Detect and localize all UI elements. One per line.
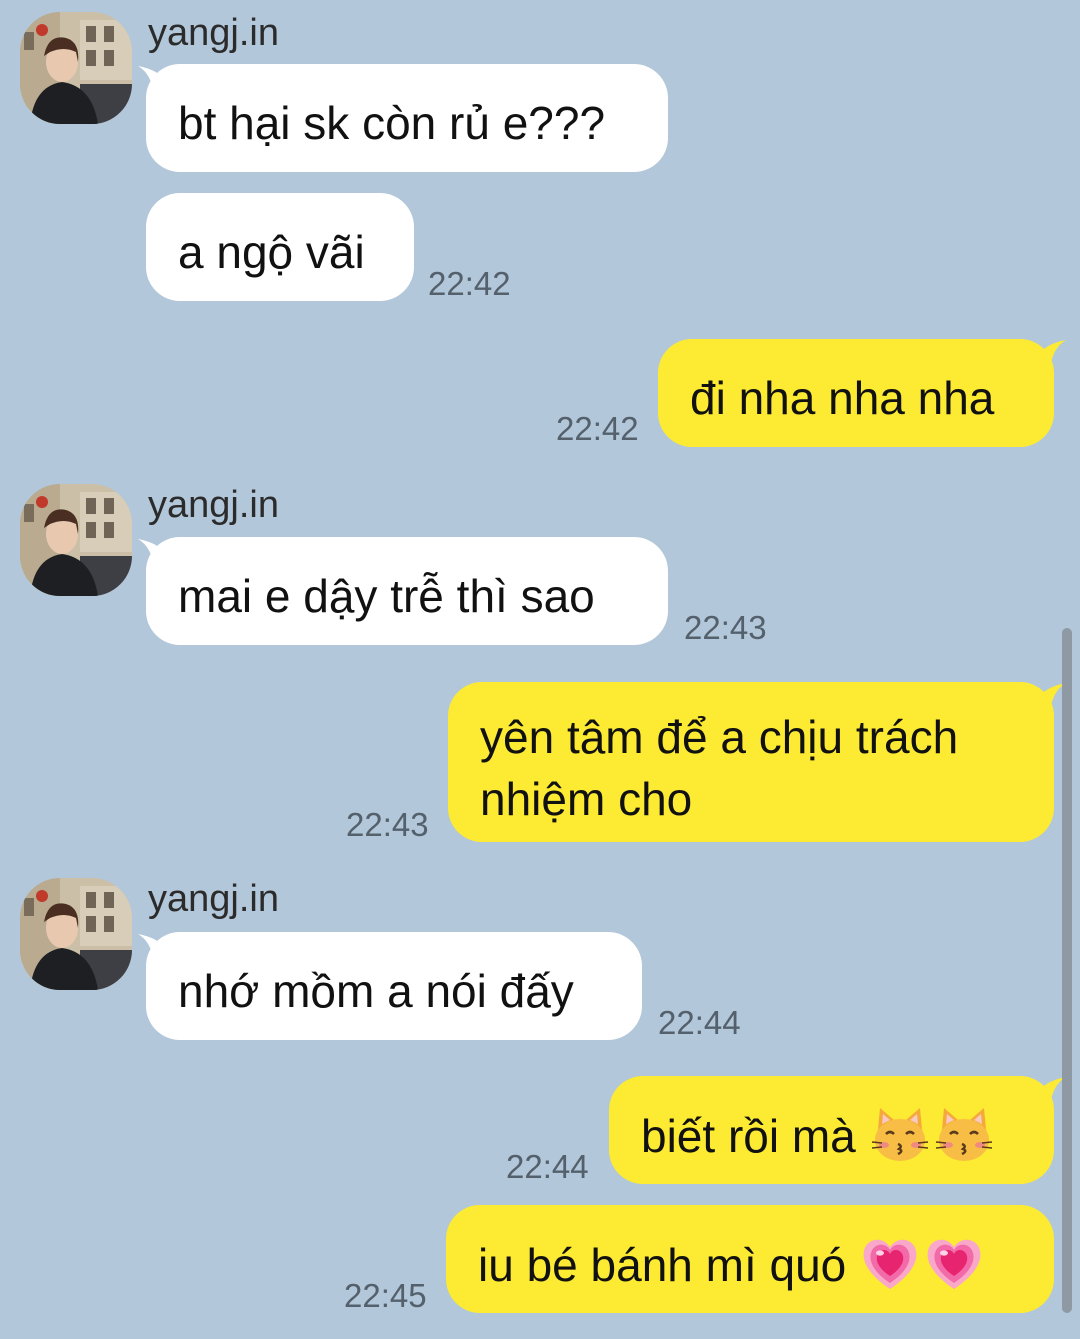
message-bubble-outgoing[interactable]: yên tâm để a chịu trách nhiệm cho	[448, 682, 1054, 842]
message-bubble-incoming[interactable]: nhớ mồm a nói đấy	[146, 932, 642, 1040]
message-timestamp: 22:45	[344, 1277, 427, 1314]
message-bubble-incoming[interactable]: bt hại sk còn rủ e???	[146, 64, 668, 172]
scrollbar[interactable]	[1062, 628, 1072, 1313]
message-timestamp: 22:43	[346, 806, 429, 843]
sender-name: yangj.in	[148, 484, 279, 526]
growing-heart-icon	[924, 1233, 984, 1293]
message-text: nhớ mồm a nói đấy	[178, 965, 574, 1017]
message-timestamp: 22:42	[556, 410, 639, 447]
message-text: mai e dậy trễ thì sao	[178, 570, 595, 622]
message-bubble-incoming[interactable]: a ngộ vãi	[146, 193, 414, 301]
message-text: bt hại sk còn rủ e???	[178, 97, 606, 149]
message-bubble-outgoing[interactable]: đi nha nha nha	[658, 339, 1054, 447]
message-text: a ngộ vãi	[178, 226, 365, 278]
chat-thread: yangj.in bt hại sk còn rủ e??? a ngộ vãi…	[0, 0, 1080, 1339]
kissing-cat-icon	[870, 1104, 930, 1164]
message-bubble-outgoing[interactable]: biết rồi mà	[609, 1076, 1054, 1184]
bubble-tail	[1036, 340, 1066, 370]
message-bubble-outgoing[interactable]: iu bé bánh mì quó	[446, 1205, 1054, 1313]
sender-name: yangj.in	[148, 878, 279, 920]
message-text: đi nha nha nha	[690, 372, 995, 424]
message-text: iu bé bánh mì quó	[478, 1239, 847, 1291]
message-text: biết rồi mà	[641, 1110, 856, 1162]
message-text: yên tâm để a chịu trách nhiệm cho	[480, 711, 959, 825]
message-timestamp: 22:42	[428, 265, 511, 302]
message-timestamp: 22:43	[684, 609, 767, 646]
message-timestamp: 22:44	[506, 1148, 589, 1185]
message-bubble-incoming[interactable]: mai e dậy trễ thì sao	[146, 537, 668, 645]
message-timestamp: 22:44	[658, 1004, 741, 1041]
kissing-cat-icon	[934, 1104, 994, 1164]
contact-avatar[interactable]	[20, 878, 132, 990]
contact-avatar[interactable]	[20, 484, 132, 596]
sender-name: yangj.in	[148, 12, 279, 54]
growing-heart-icon	[860, 1233, 920, 1293]
contact-avatar[interactable]	[20, 12, 132, 124]
